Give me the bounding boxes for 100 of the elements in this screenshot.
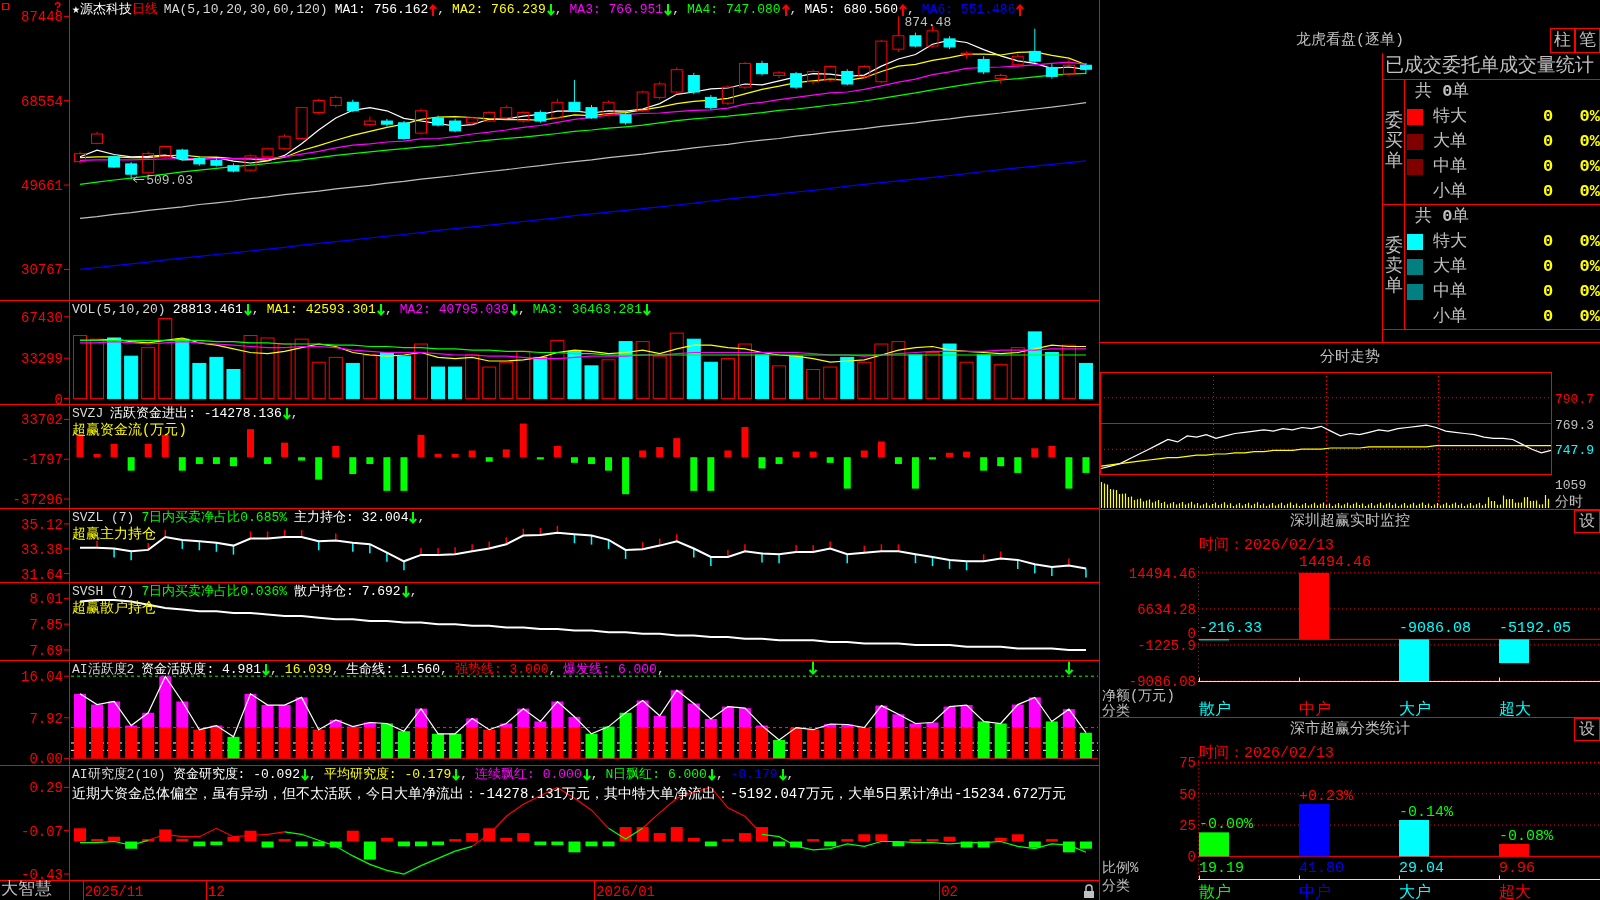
- comma-text: ,: [384, 302, 393, 318]
- indicator-value: MA4: 747.080: [686, 2, 781, 18]
- category-label: 超大: [1499, 884, 1531, 900]
- star-icon: ★: [72, 2, 80, 18]
- order-share: 0%: [1579, 306, 1600, 327]
- category-label: 超大: [1499, 701, 1531, 717]
- comma-text: ,: [409, 584, 418, 600]
- category-label: 散户: [1199, 701, 1231, 717]
- indicator-value: MA2: 40795.039: [399, 302, 509, 318]
- axis-label: 30767: [21, 262, 63, 279]
- change-label: +0.23%: [1299, 788, 1353, 805]
- axis-label: 16.04: [21, 669, 63, 686]
- axis-label: 50: [1179, 786, 1196, 803]
- axis-label: 49661: [21, 178, 63, 195]
- order-count: 0: [1543, 106, 1555, 127]
- comma-text: ,: [672, 2, 680, 18]
- panel-title: 深圳超赢实时监控: [1290, 512, 1410, 531]
- axis-label: 8.01: [29, 591, 63, 608]
- indicator-value: 16.039: [284, 662, 332, 678]
- axis-label: 6634.28: [1137, 601, 1196, 618]
- order-size-label: 大单: [1433, 131, 1467, 152]
- indicator-value: 生命线: 1.560: [346, 662, 441, 678]
- date-label: 02: [941, 884, 958, 900]
- date-label: 2026/01: [596, 884, 655, 900]
- panel-title: 龙虎看盘(逐单): [1296, 32, 1404, 50]
- indicator-value: MA1: 756.162: [334, 2, 429, 18]
- axis-label: 33702: [21, 412, 63, 429]
- order-count: 0: [1543, 131, 1555, 152]
- indicator-name: SVZL (7): [72, 510, 135, 526]
- stock-name: 源杰科技: [79, 2, 132, 18]
- order-count: 0: [1543, 156, 1555, 177]
- indicator-value: -0.179: [730, 767, 778, 783]
- order-share: 0%: [1579, 231, 1600, 252]
- stats-heading: 已成交委托单成交量统计: [1385, 55, 1594, 77]
- value-label: 19.19: [1199, 860, 1244, 877]
- axis-label: 7.92: [29, 710, 63, 727]
- axis-label: 0: [1187, 849, 1196, 866]
- comma-text: ,: [715, 767, 724, 783]
- order-size-label: 小单: [1433, 306, 1467, 327]
- axis-label: 33.38: [21, 541, 63, 558]
- axis-label: 75: [1179, 755, 1196, 772]
- axis-label: 68554: [21, 93, 63, 110]
- side-label: 委买单: [1384, 112, 1403, 172]
- axis-title: 比例%: [1102, 860, 1139, 876]
- order-share: 0%: [1579, 156, 1600, 177]
- order-share: 0%: [1579, 281, 1600, 302]
- order-count: 0: [1543, 181, 1555, 202]
- indicator-value: MA2: 766.239: [452, 2, 546, 18]
- value-label: 41.80: [1299, 860, 1344, 877]
- indicator-value: MA6: 551.486: [921, 2, 1016, 17]
- comma-text: ,: [789, 2, 798, 18]
- change-label: -0.08%: [1499, 827, 1553, 845]
- category-label: 大户: [1399, 884, 1431, 900]
- comma-text: ,: [590, 767, 599, 783]
- chart-subtitle: 时间：2026/02/13: [1199, 537, 1334, 554]
- comma-text: ,: [437, 2, 446, 18]
- indicator-value: 主力持仓: 32.004: [294, 510, 409, 526]
- panel-title: 分时走势: [1320, 347, 1380, 368]
- axis-label: 14494.46: [1128, 565, 1196, 582]
- indicator-value: MA3: 36463.281: [532, 302, 642, 318]
- high-price-label: 874.48: [904, 15, 952, 31]
- comma-text: ,: [417, 510, 426, 526]
- axis-label: 31.64: [21, 566, 63, 582]
- order-share: 0%: [1579, 106, 1600, 127]
- indicator-value: 活跃资金进出: -14278.136: [110, 406, 282, 422]
- brand-name: 大智慧: [1, 880, 52, 899]
- indicator-value: 强势线: 3.000: [454, 662, 549, 678]
- axis-label: 87448: [21, 9, 63, 26]
- axis-label: 7.85: [29, 617, 63, 634]
- volume-caption: 分时: [1555, 494, 1583, 509]
- axis-label: -0.07: [21, 823, 63, 840]
- category-label: 大户: [1399, 701, 1431, 717]
- indicator-name: AI研究度2(10): [72, 767, 166, 783]
- price-label: 790.7: [1555, 391, 1594, 407]
- indicator-value: 7日内买卖净占比0.685%: [141, 510, 288, 526]
- indicator-name: SVZJ: [72, 406, 104, 422]
- indicator-value: 资金活跃度: 4.981: [141, 662, 261, 678]
- order-count: 0: [1543, 256, 1555, 277]
- comma-text: ,: [548, 662, 557, 678]
- value-label: 29.04: [1399, 860, 1444, 877]
- axis-label: 0: [54, 391, 63, 404]
- indicator-name: VOL(5,10,20): [72, 302, 166, 318]
- order-size-label: 特大: [1433, 231, 1467, 252]
- axis-label: 7.69: [29, 643, 63, 659]
- indicator-caption: 超赢资金流(万元): [72, 422, 187, 438]
- change-label: -0.00%: [1199, 816, 1253, 834]
- indicator-value: 7日内买卖净占比0.036%: [141, 584, 288, 600]
- panel-title: 深市超赢分类统计: [1290, 720, 1410, 739]
- comma-text: ,: [270, 662, 278, 678]
- indicator-value: 平均研究度: -0.179: [323, 767, 452, 783]
- comma-text: ,: [517, 302, 526, 318]
- axis-label: -37296: [12, 492, 63, 508]
- comma-text: ,: [251, 302, 260, 318]
- side-label: 委卖单: [1384, 237, 1403, 297]
- indicator-value: 资金研究度: -0.092: [172, 767, 301, 783]
- indicator-name: AI活跃度2: [72, 662, 135, 678]
- indicator-value: 连续飘红: 0.000: [475, 767, 582, 783]
- volume-scale-label: 1059: [1555, 478, 1587, 493]
- comma-text: ,: [290, 406, 299, 422]
- axis-title: 分类: [1102, 703, 1130, 717]
